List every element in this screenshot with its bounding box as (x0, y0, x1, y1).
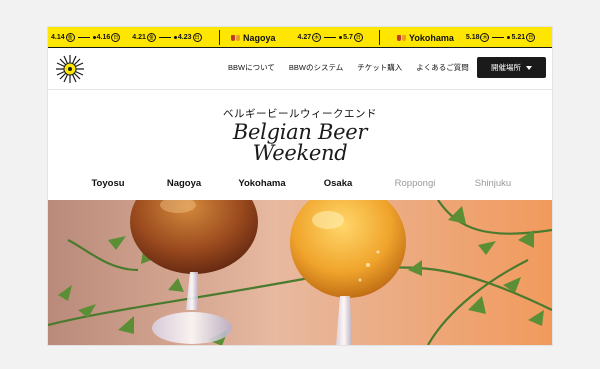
range-dot (173, 36, 177, 39)
beer-glasses-icon (397, 34, 406, 41)
range-dot (507, 36, 511, 39)
ticker-date: 4.14 (51, 34, 65, 41)
ticker-date: 5.7 (343, 34, 353, 41)
ticker-date: 5.21 (511, 34, 526, 41)
ticker-date: 4.27 (297, 34, 312, 41)
caret-down-icon (526, 65, 532, 70)
hero-title-japanese: ベルギービールウィークエンド (223, 108, 377, 120)
ticker-divider (379, 30, 380, 45)
nav-system[interactable]: BBWのシステム (289, 62, 343, 73)
weekday-badge: 日 (111, 33, 121, 42)
date-range-line (158, 37, 171, 38)
weekday-badge: 日 (526, 33, 536, 42)
tab-yokohama[interactable]: Yokohama (238, 178, 285, 189)
ticker-divider (219, 30, 220, 45)
tab-toyosu[interactable]: Toyosu (91, 178, 124, 189)
nav-tickets[interactable]: チケット購入 (357, 62, 402, 73)
tab-osaka[interactable]: Osaka (324, 178, 353, 189)
ticker-date: 4.21 (132, 34, 146, 41)
ticker-toyosu-dates: 4.14 金 4.16 日 4.21 金 4.23 日 (51, 27, 202, 48)
nav-faq[interactable]: よくあるご質問 (416, 62, 469, 73)
nav-about[interactable]: BBWについて (228, 62, 275, 73)
city-tabs: Toyosu Nagoya Yokohama Osaka Roppongi Sh… (48, 178, 552, 192)
hero-title-line-1: Belgian Beer (232, 120, 368, 144)
weekday-badge: 木 (312, 33, 322, 42)
ticker-date: 4.23 (177, 34, 192, 41)
hero-title-english: Belgian Beer Weekend (48, 122, 552, 164)
weekday-badge: 金 (146, 33, 156, 42)
range-dot (339, 36, 343, 39)
ticker-date: 4.16 (96, 34, 111, 41)
browser-frame: 4.14 金 4.16 日 4.21 金 4.23 日 Nagoya 4.27 … (48, 27, 552, 345)
date-range-line (492, 37, 505, 38)
weekday-badge: 金 (65, 33, 75, 42)
ticker-city-nagoya: Nagoya (231, 33, 276, 43)
date-range-line (77, 37, 90, 38)
ticker-date: 5.18 (465, 34, 480, 41)
beer-glasses-icon (231, 34, 240, 41)
hero-image (48, 200, 552, 345)
ticker-yokohama: Yokohama 5.18 木 5.21 日 (397, 27, 536, 48)
weekday-badge: 木 (480, 33, 490, 42)
weekday-badge: 日 (192, 33, 202, 42)
venue-button-label: 開催場所 (491, 63, 521, 72)
main-nav: BBWについて BBWのシステム チケット購入 よくあるご質問 (228, 62, 469, 73)
tab-nagoya[interactable]: Nagoya (167, 178, 201, 189)
range-dot (92, 36, 96, 39)
weekday-badge: 日 (353, 33, 363, 42)
bbw-logo-icon[interactable] (54, 53, 86, 85)
hero-title-line-2: Weekend (252, 141, 348, 165)
date-range-line (324, 37, 337, 38)
tab-shinjuku[interactable]: Shinjuku (475, 178, 511, 189)
ticker-city-yokohama: Yokohama (397, 33, 454, 43)
schedule-ticker: 4.14 金 4.16 日 4.21 金 4.23 日 Nagoya 4.27 … (48, 27, 552, 48)
tab-roppongi[interactable]: Roppongi (395, 178, 436, 189)
ticker-nagoya: Nagoya 4.27 木 5.7 日 (231, 27, 363, 48)
venue-dropdown-button[interactable]: 開催場所 (477, 57, 546, 78)
site-header: BBWについて BBWのシステム チケット購入 よくあるご質問 開催場所 (48, 48, 552, 90)
